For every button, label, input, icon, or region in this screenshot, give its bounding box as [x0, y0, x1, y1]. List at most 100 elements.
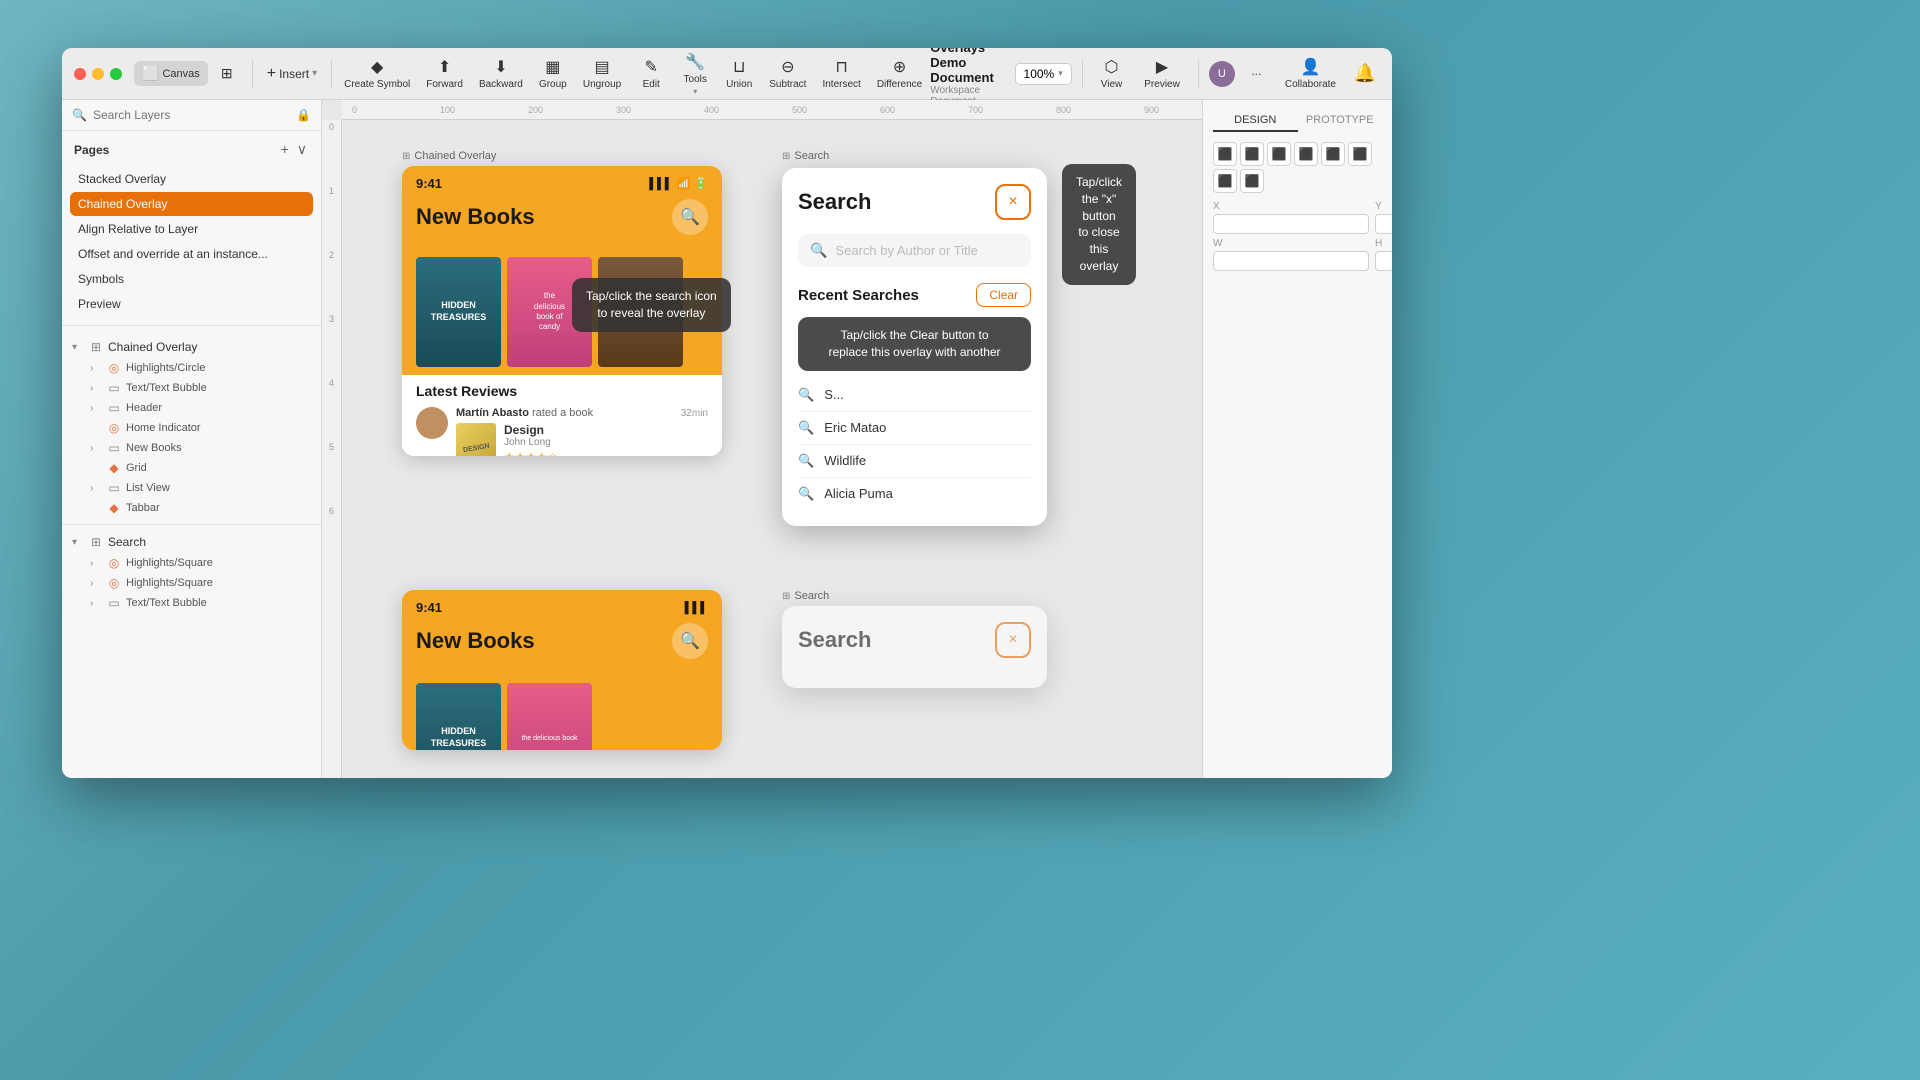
search-input-row[interactable]: 🔍 Search by Author or Title — [798, 234, 1031, 267]
page-item-symbols[interactable]: Symbols — [70, 267, 313, 291]
distribute-v-btn[interactable]: ⬛ — [1240, 169, 1264, 193]
reviewer-avatar-1 — [416, 407, 448, 439]
close-traffic-light[interactable] — [74, 68, 86, 80]
search-result-icon-4: 🔍 — [798, 486, 814, 502]
subtract-label: Subtract — [769, 79, 806, 90]
search-overlay-title: Search — [798, 189, 871, 215]
page-item-preview[interactable]: Preview — [70, 292, 313, 316]
layer-chained-label: Chained Overlay — [108, 340, 311, 354]
phone-header-2: 9:41 ▌▌▌ New Books 🔍 — [402, 590, 722, 675]
grid-icon-l: ◆ — [106, 461, 122, 475]
zoom-control[interactable]: 100% ▾ — [1015, 63, 1072, 85]
backward-btn[interactable]: ⬇ Backward — [471, 53, 531, 94]
layer-highlights-sq2[interactable]: › ◎ Highlights/Square — [62, 573, 321, 593]
preview-btn[interactable]: ▶ Preview — [1136, 55, 1188, 92]
close-overlay-btn[interactable]: × — [995, 184, 1031, 220]
layer-new-books[interactable]: › ▭ New Books — [62, 438, 321, 458]
forward-icon: ⬆ — [438, 57, 451, 77]
clear-btn[interactable]: Clear — [976, 283, 1031, 307]
title-bar: ⬜ Canvas ⊞ + Insert ▾ ◆ Create Symbol ⬆ … — [62, 48, 1392, 100]
view-btn[interactable]: ⬡ View — [1093, 55, 1131, 92]
view-label: View — [1101, 79, 1123, 90]
expand-icon: › — [90, 403, 102, 414]
layer-highlights-circle[interactable]: › ◎ Highlights/Circle — [62, 358, 321, 378]
align-center-v-btn[interactable]: ⬛ — [1321, 142, 1345, 166]
layer-header[interactable]: › ▭ Header — [62, 398, 321, 418]
search-circle-btn[interactable]: 🔍 — [672, 199, 708, 235]
expand-icon: › — [90, 443, 102, 454]
group-label: Group — [539, 79, 567, 90]
search-circle-btn-2[interactable]: 🔍 — [672, 623, 708, 659]
user-avatar[interactable]: U — [1209, 61, 1235, 87]
w-input[interactable] — [1213, 251, 1369, 271]
ungroup-btn[interactable]: ▤ Ungroup — [575, 53, 629, 94]
chevron-down-icon: ▾ — [312, 68, 317, 79]
doc-info: Overlays Demo Document Workspace Documen… — [930, 48, 1014, 107]
layer-list-view[interactable]: › ▭ List View — [62, 478, 321, 498]
page-item-stacked[interactable]: Stacked Overlay — [70, 167, 313, 191]
close-overlay-btn-2[interactable]: × — [995, 622, 1031, 658]
frame-search-bottom: ⊞ Search Search × — [782, 590, 1047, 688]
align-center-h-btn[interactable]: ⬛ — [1240, 142, 1264, 166]
pages-header: Pages + ∨ — [62, 131, 321, 164]
y-label: Y — [1375, 201, 1392, 212]
pages-chevron[interactable]: ∨ — [295, 139, 309, 160]
align-left-btn[interactable]: ⬛ — [1213, 142, 1237, 166]
layer-grid[interactable]: ◆ Grid — [62, 458, 321, 478]
h-label: H — [1375, 238, 1392, 249]
preview-label: Preview — [1144, 79, 1180, 90]
minimize-traffic-light[interactable] — [92, 68, 104, 80]
collaborate-btn[interactable]: 👤 Collaborate — [1277, 55, 1344, 92]
search-result-3[interactable]: 🔍 Wildlife — [798, 445, 1031, 478]
search-layers-input[interactable] — [93, 108, 290, 122]
grid-view-btn[interactable]: ⊞ — [212, 61, 242, 86]
tools-btn[interactable]: 🔧 Tools ▾ — [673, 48, 717, 100]
layer-home-indicator[interactable]: ◎ Home Indicator — [62, 418, 321, 438]
x-input[interactable] — [1213, 214, 1369, 234]
layer-group-search[interactable]: ▾ ⊞ Search — [62, 531, 321, 553]
tab-design[interactable]: DESIGN — [1213, 110, 1298, 132]
distribute-h-btn[interactable]: ⬛ — [1213, 169, 1237, 193]
search-overlay-panel-2: Search × — [782, 606, 1047, 688]
expand-icon: › — [90, 483, 102, 494]
clear-label: Clear — [989, 288, 1018, 302]
text-icon: ▭ — [106, 381, 122, 395]
group-btn[interactable]: ▦ Group — [531, 53, 575, 94]
insert-btn[interactable]: + Insert ▾ — [257, 61, 327, 87]
layer-text-bubble[interactable]: › ▭ Text/Text Bubble — [62, 378, 321, 398]
notifications-btn[interactable]: 🔔 — [1350, 59, 1380, 89]
forward-btn[interactable]: ⬆ Forward — [418, 53, 471, 94]
page-item-offset[interactable]: Offset and override at an instance... — [70, 242, 313, 266]
layer-text-bubble2[interactable]: › ▭ Text/Text Bubble — [62, 593, 321, 613]
tab-prototype[interactable]: PROTOTYPE — [1298, 110, 1383, 132]
union-btn[interactable]: ⊔ Union — [717, 53, 761, 94]
page-item-chained[interactable]: Chained Overlay — [70, 192, 313, 216]
expand-icon: › — [90, 578, 102, 589]
frame-label-chained: ⊞ Chained Overlay — [402, 150, 722, 162]
align-top-btn[interactable]: ⬛ — [1294, 142, 1318, 166]
more-btn[interactable]: ··· — [1241, 59, 1271, 89]
search-result-2[interactable]: 🔍 Eric Matao — [798, 412, 1031, 445]
fullscreen-traffic-light[interactable] — [110, 68, 122, 80]
intersect-btn[interactable]: ⊓ Intersect — [814, 53, 868, 94]
align-right-btn[interactable]: ⬛ — [1267, 142, 1291, 166]
layer-group-chained[interactable]: ▾ ⊞ Chained Overlay — [62, 336, 321, 358]
layer-highlights-sq1[interactable]: › ◎ Highlights/Square — [62, 553, 321, 573]
canvas-view-btn[interactable]: ⬜ Canvas — [134, 61, 208, 86]
battery-icon: 🔋 — [694, 177, 708, 190]
signal-icon: ▌▌▌ — [649, 178, 672, 190]
add-page-btn[interactable]: + — [279, 139, 291, 160]
layer-tabbar[interactable]: ◆ Tabbar — [62, 498, 321, 518]
ruler-vertical: 0 1 2 3 4 5 6 — [322, 120, 342, 778]
search-result-4[interactable]: 🔍 Alicia Puma — [798, 478, 1031, 510]
lock-icon: 🔒 — [296, 108, 311, 122]
edit-btn[interactable]: ✎ Edit — [629, 53, 673, 94]
difference-btn[interactable]: ⊕ Difference — [869, 53, 930, 94]
y-input[interactable] — [1375, 214, 1392, 234]
create-symbol-btn[interactable]: ◆ Create Symbol — [336, 53, 418, 94]
align-bottom-btn[interactable]: ⬛ — [1348, 142, 1372, 166]
h-input[interactable] — [1375, 251, 1392, 271]
page-item-align[interactable]: Align Relative to Layer — [70, 217, 313, 241]
subtract-btn[interactable]: ⊖ Subtract — [761, 53, 814, 94]
search-result-1[interactable]: 🔍 S... — [798, 379, 1031, 412]
